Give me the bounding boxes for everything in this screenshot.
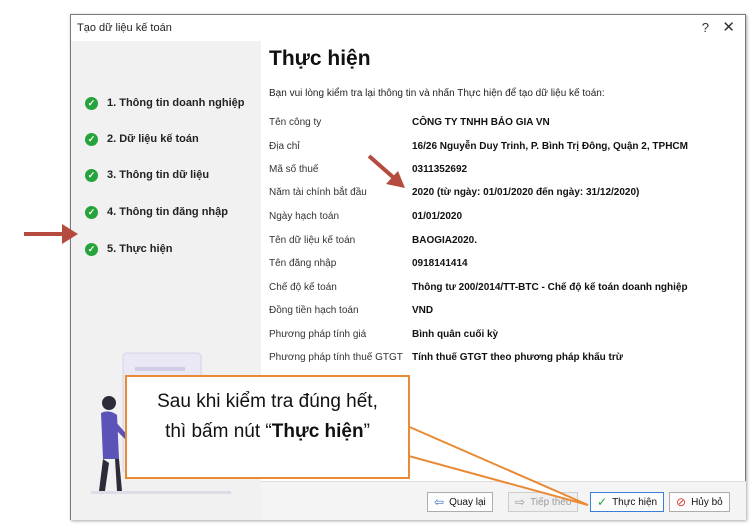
page-title: Thực hiện <box>269 47 371 70</box>
execute-button[interactable]: ✓ Thực hiện <box>590 492 665 512</box>
step-execute[interactable]: ✓ 5. Thực hiện <box>85 240 172 258</box>
close-icon[interactable]: ✕ <box>722 18 735 36</box>
cancel-button-label: Hủy bỏ <box>691 496 723 508</box>
step-data-info[interactable]: ✓ 3. Thông tin dữ liệu <box>85 166 209 184</box>
window-title: Tạo dữ liệu kế toán <box>77 22 172 34</box>
field-label: Chế độ kế toán <box>269 282 337 293</box>
title-bar: Tạo dữ liệu kế toán ? ✕ <box>71 15 745 41</box>
field-value: 0918141414 <box>412 258 468 269</box>
back-button[interactable]: ⇦ Quay lại <box>427 492 493 512</box>
callout-line-1: Sau khi kiểm tra đúng hết, <box>157 391 378 412</box>
step-business-info[interactable]: ✓ 1. Thông tin doanh nghiệp <box>85 94 244 112</box>
field-label: Tên đăng nhập <box>269 258 337 269</box>
step-label: 5. Thực hiện <box>107 243 173 255</box>
callout-line-2: thì bấm nút “Thực hiện” <box>127 421 408 443</box>
callout-bold: Thực hiện <box>271 421 364 442</box>
instruction-callout: Sau khi kiểm tra đúng hết, thì bấm nút “… <box>125 375 410 479</box>
field-label: Tên công ty <box>269 117 322 128</box>
step-label: 4. Thông tin đăng nhập <box>107 206 228 218</box>
step-label: 1. Thông tin doanh nghiệp <box>107 97 245 109</box>
back-button-label: Quay lại <box>449 496 486 508</box>
help-icon[interactable]: ? <box>702 20 709 35</box>
field-label: Năm tài chính bắt đầu <box>269 187 367 198</box>
field-value: Thông tư 200/2014/TT-BTC - Chế độ kế toá… <box>412 282 688 293</box>
step-login-info[interactable]: ✓ 4. Thông tin đăng nhập <box>85 203 228 221</box>
field-value: 0311352692 <box>412 164 468 175</box>
next-button-label: Tiếp theo <box>530 496 572 508</box>
field-value: BAOGIA2020. <box>412 235 478 246</box>
callout-suffix: ” <box>363 421 370 442</box>
checkmark-icon: ✓ <box>597 495 608 509</box>
check-icon: ✓ <box>85 242 98 256</box>
cancel-button[interactable]: ⊘ Hủy bỏ <box>669 492 730 512</box>
field-label: Mã số thuế <box>269 164 319 175</box>
check-icon: ✓ <box>85 168 98 182</box>
arrow-left-icon: ⇦ <box>434 495 445 509</box>
callout-prefix: thì bấm nút “ <box>165 421 272 442</box>
field-value: 01/01/2020 <box>412 211 463 222</box>
step-label: 3. Thông tin dữ liệu <box>107 169 210 181</box>
field-value: VND <box>412 305 434 316</box>
field-label: Tên dữ liệu kế toán <box>269 235 356 246</box>
check-icon: ✓ <box>85 205 98 219</box>
check-icon: ✓ <box>85 96 98 110</box>
field-value: Tính thuế GTGT theo phương pháp khấu trừ <box>412 352 624 363</box>
step-accounting-data[interactable]: ✓ 2. Dữ liệu kế toán <box>85 130 199 148</box>
field-value: CÔNG TY TNHH BẢO GIA VN <box>412 117 550 128</box>
field-value: 16/26 Nguyễn Duy Trinh, P. Bình Trị Đông… <box>412 141 688 152</box>
step-label: 2. Dữ liệu kế toán <box>107 133 199 145</box>
cancel-icon: ⊘ <box>676 495 687 509</box>
arrow-right-icon: ⇨ <box>515 495 526 509</box>
next-button[interactable]: ⇨ Tiếp theo <box>508 492 579 512</box>
field-label: Ngày hạch toán <box>269 211 340 222</box>
instruction-text: Bạn vui lòng kiểm tra lại thông tin và n… <box>269 88 605 99</box>
check-icon: ✓ <box>85 132 98 146</box>
button-bar: ⇦ Quay lại ⇨ Tiếp theo ✓ Thực hiện ⊘ Hủy… <box>261 481 746 520</box>
execute-button-label: Thực hiện <box>612 496 658 508</box>
field-label: Phương pháp tính giá <box>269 329 367 340</box>
field-label: Đồng tiền hạch toán <box>269 305 359 316</box>
field-value: Bình quân cuối kỳ <box>412 329 499 340</box>
screen: Tạo dữ liệu kế toán ? ✕ ✓ 1. Thông tin d… <box>0 0 755 529</box>
field-value: 2020 (từ ngày: 01/01/2020 đến ngày: 31/1… <box>412 187 640 198</box>
field-label: Địa chỉ <box>269 141 300 152</box>
field-label: Phương pháp tính thuế GTGT <box>269 352 403 363</box>
